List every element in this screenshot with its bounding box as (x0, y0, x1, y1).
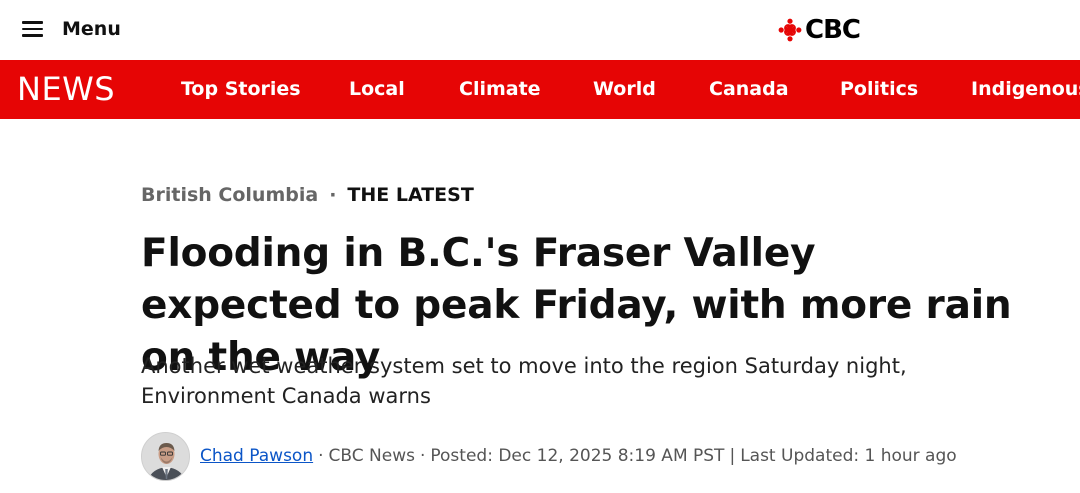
menu-label: Menu (62, 18, 121, 40)
nav-item-top-stories[interactable]: Top Stories (181, 78, 301, 100)
author-avatar[interactable] (141, 431, 190, 481)
byline-updated: Last Updated: 1 hour ago (740, 446, 957, 466)
cbc-logo[interactable]: CBC (778, 14, 861, 46)
byline-separator: · (318, 446, 324, 466)
byline-separator: · (419, 446, 426, 466)
nav-item-indigenous[interactable]: Indigenous (971, 78, 1080, 100)
byline-posted: Posted: Dec 12, 2025 8:19 AM PST (430, 446, 725, 466)
cbc-gem-icon (778, 18, 802, 42)
breadcrumb-section-link[interactable]: British Columbia (141, 184, 318, 206)
cbc-logo-text: CBC (805, 15, 861, 45)
nav-item-canada[interactable]: Canada (709, 78, 789, 100)
breadcrumb: British Columbia · THE LATEST (141, 184, 474, 206)
article-dek: Another wet weather system set to move i… (141, 354, 907, 408)
byline: Chad Pawson · CBC News · Posted: Dec 12,… (141, 431, 957, 481)
hamburger-icon (22, 21, 43, 37)
nav-item-world[interactable]: World (593, 78, 656, 100)
byline-outlet: CBC News (328, 446, 415, 466)
top-bar: Menu CBC (0, 0, 1080, 60)
author-link[interactable]: Chad Pawson (200, 446, 313, 466)
author-avatar-image (142, 432, 189, 480)
breadcrumb-tag: THE LATEST (347, 184, 474, 206)
byline-divider: | (729, 446, 736, 466)
nav-item-local[interactable]: Local (349, 78, 405, 100)
news-navbar: NEWS Top Stories Local Climate World Can… (0, 60, 1080, 119)
menu-button[interactable]: Menu (22, 16, 121, 42)
news-section-label[interactable]: NEWS (17, 70, 115, 108)
breadcrumb-separator: · (329, 184, 337, 206)
nav-item-climate[interactable]: Climate (459, 78, 541, 100)
nav-item-politics[interactable]: Politics (840, 78, 918, 100)
